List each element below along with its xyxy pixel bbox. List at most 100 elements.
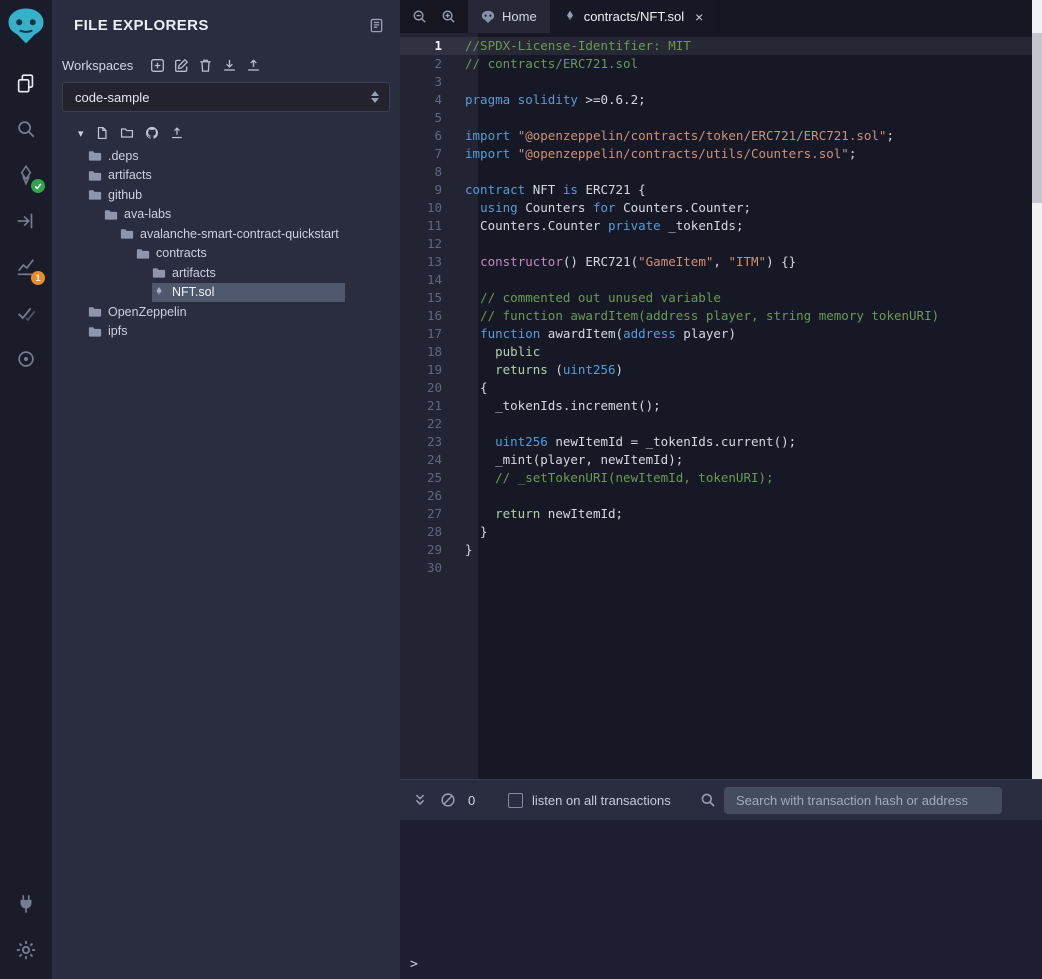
tree-item-label: contracts (156, 246, 207, 260)
folder-icon (88, 149, 102, 162)
folder-icon (136, 247, 150, 260)
remix-icon (481, 10, 495, 24)
code-line: 15 // commented out unused variable (400, 289, 1042, 307)
code-line: 26 (400, 487, 1042, 505)
code-line: 2// contracts/ERC721.sol (400, 55, 1042, 73)
tree-item-ava-labs[interactable]: ava-labs (104, 205, 345, 225)
search-icon[interactable] (13, 116, 39, 142)
solidity-icon (152, 286, 166, 299)
workspace-select[interactable]: code-sample (62, 82, 390, 112)
debugger-icon[interactable] (13, 346, 39, 372)
code-line: 1//SPDX-License-Identifier: MIT (400, 37, 1042, 55)
line-number: 6 (400, 127, 460, 145)
static-analysis-icon[interactable]: 1 (13, 254, 39, 280)
line-number: 24 (400, 451, 460, 469)
tab-label: contracts/NFT.sol (584, 9, 684, 24)
tree-item-github[interactable]: github (88, 185, 345, 205)
zoom-in-icon[interactable] (441, 9, 456, 24)
tree-item-avalanche-smart-contract-quickstart[interactable]: avalanche-smart-contract-quickstart (120, 224, 345, 244)
editor-scrollbar[interactable] (1032, 0, 1042, 779)
line-number: 19 (400, 361, 460, 379)
code-line: 3 (400, 73, 1042, 91)
code-line: 25 // _setTokenURI(newItemId, tokenURI); (400, 469, 1042, 487)
activity-bar: 1 (0, 0, 52, 979)
workspace-selected-value: code-sample (75, 90, 149, 105)
clear-transactions-icon[interactable] (440, 792, 456, 808)
rename-workspace-icon[interactable] (174, 58, 189, 73)
clone-github-icon[interactable] (145, 126, 159, 140)
tree-item-ipfs[interactable]: ipfs (88, 322, 345, 342)
plugin-manager-icon[interactable] (13, 891, 39, 917)
settings-gear-icon[interactable] (13, 937, 39, 963)
tab-contracts-nft-sol[interactable]: contracts/NFT.sol × (550, 0, 717, 33)
line-number: 20 (400, 379, 460, 397)
tree-item-contracts[interactable]: contracts (136, 244, 345, 264)
folder-icon (88, 305, 102, 318)
code-line: 29} (400, 541, 1042, 559)
solidity-compiler-icon[interactable] (13, 162, 39, 188)
code-line: 30 (400, 559, 1042, 577)
upload-workspace-icon[interactable] (246, 58, 261, 73)
tree-item-label: OpenZeppelin (108, 305, 187, 319)
unit-testing-icon[interactable] (13, 300, 39, 326)
tab-label: Home (502, 9, 537, 24)
scrollbar-thumb[interactable] (1032, 33, 1042, 203)
code-line: 19 returns (uint256) (400, 361, 1042, 379)
delete-workspace-icon[interactable] (198, 58, 213, 73)
line-number: 13 (400, 253, 460, 271)
terminal[interactable]: > (400, 820, 1042, 979)
upload-file-icon[interactable] (170, 126, 184, 140)
collapse-terminal-icon[interactable] (412, 792, 428, 808)
close-tab-icon[interactable]: × (695, 10, 703, 24)
zoom-out-icon[interactable] (412, 9, 427, 24)
code-line: 13 constructor() ERC721("GameItem", "ITM… (400, 253, 1042, 271)
deploy-run-icon[interactable] (13, 208, 39, 234)
analysis-count-badge: 1 (31, 271, 45, 285)
tree-item-label: avalanche-smart-contract-quickstart (140, 227, 339, 241)
tree-item-artifacts[interactable]: artifacts (88, 166, 345, 186)
code-line: 17 function awardItem(address player) (400, 325, 1042, 343)
line-number: 25 (400, 469, 460, 487)
tree-item-label: ava-labs (124, 207, 171, 221)
tree-item-artifacts[interactable]: artifacts (152, 263, 345, 283)
line-number: 29 (400, 541, 460, 559)
code-line: 22 (400, 415, 1042, 433)
terminal-search-icon (700, 792, 716, 808)
listen-transactions-checkbox[interactable] (508, 793, 523, 808)
line-number: 30 (400, 559, 460, 577)
line-number: 27 (400, 505, 460, 523)
remix-logo[interactable] (6, 6, 46, 46)
tree-item-label: artifacts (108, 168, 152, 182)
tree-item-label: ipfs (108, 324, 127, 338)
transaction-count: 0 (468, 793, 478, 808)
create-workspace-icon[interactable] (150, 58, 165, 73)
compiler-success-badge (31, 179, 45, 193)
line-number: 4 (400, 91, 460, 109)
documentation-icon[interactable] (369, 18, 384, 33)
transaction-search-input[interactable] (724, 787, 1002, 814)
new-folder-icon[interactable] (120, 126, 134, 140)
new-file-icon[interactable] (95, 126, 109, 140)
code-line: 14 (400, 271, 1042, 289)
line-number: 18 (400, 343, 460, 361)
line-number: 12 (400, 235, 460, 253)
tab-home[interactable]: Home (468, 0, 550, 33)
download-workspace-icon[interactable] (222, 58, 237, 73)
line-number: 23 (400, 433, 460, 451)
code-line: 20 { (400, 379, 1042, 397)
collapse-caret-icon[interactable]: ▾ (78, 127, 84, 140)
tree-item-openzeppelin[interactable]: OpenZeppelin (88, 302, 345, 322)
line-number: 11 (400, 217, 460, 235)
tree-item--deps[interactable]: .deps (88, 146, 345, 166)
tree-item-label: NFT.sol (172, 285, 214, 299)
tree-item-nft-sol[interactable]: NFT.sol (152, 283, 345, 303)
code-line: 12 (400, 235, 1042, 253)
code-line: 28 } (400, 523, 1042, 541)
file-explorer-icon[interactable] (13, 70, 39, 96)
listen-transactions-label: listen on all transactions (532, 793, 671, 808)
line-number: 16 (400, 307, 460, 325)
select-arrows-icon (371, 91, 379, 103)
code-editor[interactable]: 1//SPDX-License-Identifier: MIT2// contr… (400, 33, 1042, 779)
code-line: 18 public (400, 343, 1042, 361)
tree-item-label: artifacts (172, 266, 216, 280)
